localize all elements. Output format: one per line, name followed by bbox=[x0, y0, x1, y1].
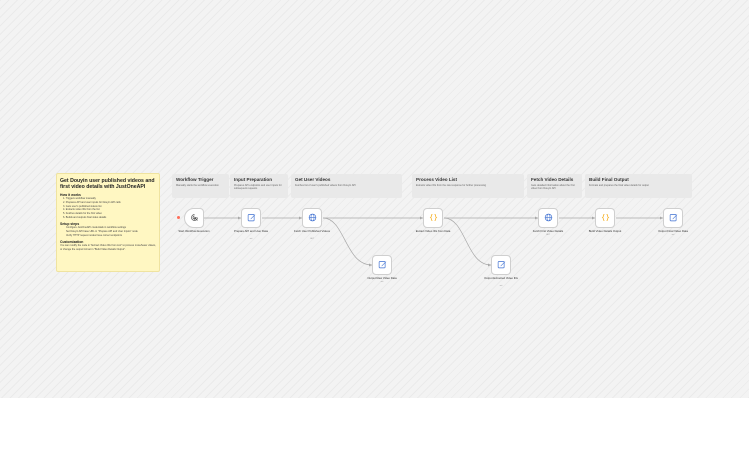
section-build-final-output[interactable]: Build Final Output Formats and prepares … bbox=[585, 174, 692, 198]
node-label: Fetch First Video Details bbox=[532, 229, 564, 233]
section-description: Formats and prepares the final video det… bbox=[589, 184, 649, 187]
sticky-note[interactable]: Get Douyin user published videos and fir… bbox=[56, 173, 160, 272]
node-fetch-first-video[interactable] bbox=[538, 208, 558, 228]
section-fetch-video-details[interactable]: Fetch Video Details Gets detailed inform… bbox=[527, 174, 582, 198]
edit-icon bbox=[378, 256, 387, 274]
node-prepare-api-data[interactable] bbox=[241, 208, 261, 228]
section-description: Gets detailed information about the firs… bbox=[531, 184, 575, 191]
node-subtitle: set bbox=[499, 285, 503, 287]
pointer-click-icon bbox=[190, 209, 199, 227]
section-title: Input Preparation bbox=[234, 177, 273, 182]
node-label: Fetch User Published Videos bbox=[293, 229, 331, 233]
globe-icon bbox=[308, 209, 317, 227]
section-workflow-trigger[interactable]: Workflow Trigger Manually starts the wor… bbox=[172, 174, 229, 198]
node-fetch-user-videos[interactable] bbox=[302, 208, 322, 228]
edge-fetch-videos-to-output-raw bbox=[322, 217, 373, 266]
node-label: Output Final Video Data bbox=[658, 229, 688, 233]
node-output-raw-video[interactable] bbox=[372, 255, 392, 275]
node-subtitle: set bbox=[249, 238, 253, 240]
sticky-title: Get Douyin user published videos and fir… bbox=[60, 178, 155, 191]
sticky-custom-text: You can modify the code in "Extract Vide… bbox=[60, 244, 156, 251]
section-process-video-list[interactable]: Process Video List Extracts video IDs fr… bbox=[412, 174, 524, 198]
node-label: Build Video Details Output bbox=[588, 229, 622, 233]
code-icon bbox=[429, 209, 438, 227]
workflow-canvas[interactable]: Get Douyin user published videos and fir… bbox=[0, 0, 749, 398]
section-input-preparation[interactable]: Input Preparation Prepares API endpoints… bbox=[230, 174, 288, 198]
section-description: Extracts video IDs from the raw response… bbox=[416, 184, 487, 187]
edit-icon bbox=[497, 256, 506, 274]
node-build-video-details[interactable] bbox=[595, 208, 615, 228]
node-start-workflow[interactable] bbox=[184, 208, 204, 228]
code-icon bbox=[601, 209, 610, 227]
node-output-final-video[interactable] bbox=[663, 208, 683, 228]
edit-icon bbox=[247, 209, 256, 227]
globe-icon bbox=[544, 209, 553, 227]
section-title: Process Video List bbox=[416, 177, 458, 182]
edit-icon bbox=[669, 209, 678, 227]
section-title: Build Final Output bbox=[589, 177, 629, 182]
node-subtitle: set bbox=[380, 281, 384, 283]
section-description: Fetches list of user's published videos … bbox=[295, 184, 356, 187]
node-output-extracted-ids[interactable] bbox=[491, 255, 511, 275]
node-label: Prepare API and User Data bbox=[234, 229, 268, 233]
section-get-user-videos[interactable]: Get User Videos Fetches list of user's p… bbox=[291, 174, 402, 198]
sticky-setup-item: Verify HTTP request nodes have correct e… bbox=[66, 233, 122, 237]
section-title: Workflow Trigger bbox=[176, 177, 214, 182]
section-title: Get User Videos bbox=[295, 177, 331, 182]
sticky-how-item: 6. Builds and outputs final video detail… bbox=[63, 215, 107, 219]
node-label: Output Raw Video Data bbox=[367, 276, 397, 280]
trigger-bolt-icon bbox=[177, 216, 180, 219]
node-label: Start Workflow Execution bbox=[178, 229, 210, 233]
node-extract-video-ids[interactable] bbox=[423, 208, 443, 228]
node-subtitle: set bbox=[671, 234, 675, 236]
node-subtitle: GET bbox=[545, 234, 551, 236]
node-subtitle: GET bbox=[309, 238, 315, 240]
node-label: Output Extracted Video IDs bbox=[484, 276, 518, 280]
section-title: Fetch Video Details bbox=[531, 177, 574, 182]
node-label: Extract Video IDs from Data bbox=[415, 229, 451, 233]
section-description: Prepares API endpoints and user inputs f… bbox=[234, 184, 282, 191]
edge-extract-to-output-ids bbox=[443, 217, 492, 266]
section-description: Manually starts the workflow execution bbox=[176, 184, 219, 187]
